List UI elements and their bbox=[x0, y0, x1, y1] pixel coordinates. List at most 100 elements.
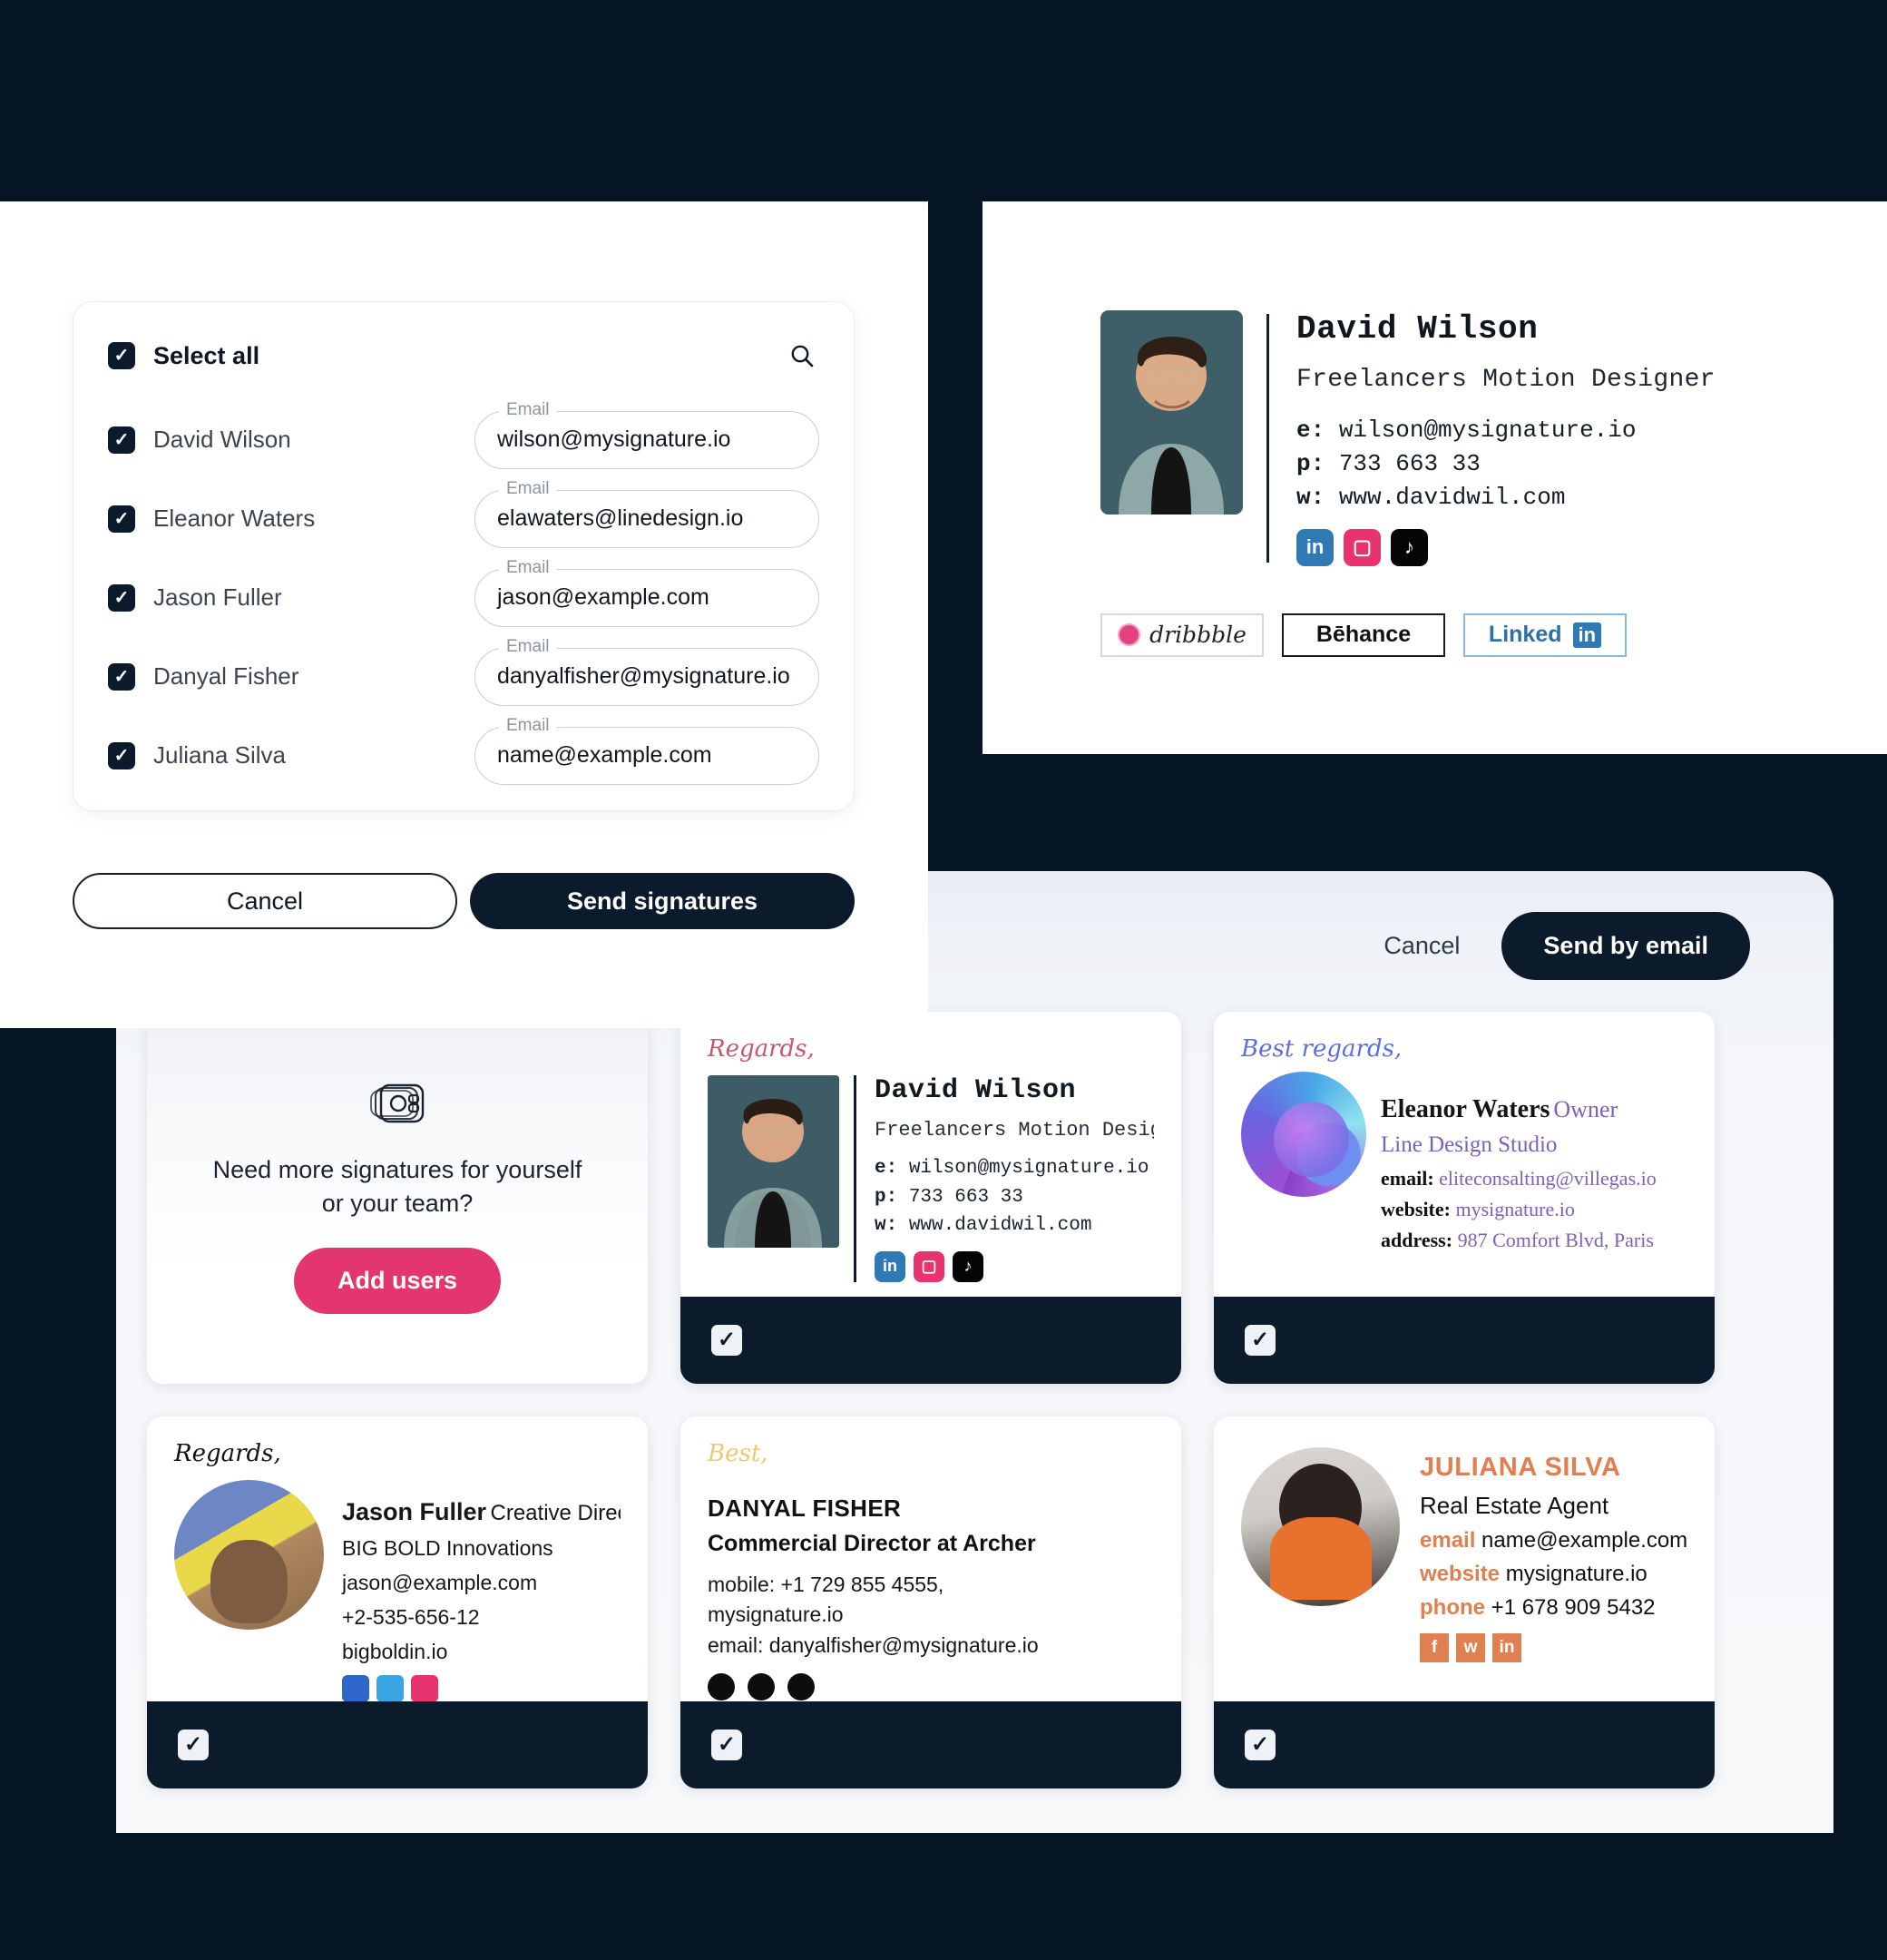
select-all-row: ✓ Select all bbox=[108, 338, 819, 373]
card-checkbox[interactable]: ✓ bbox=[711, 1730, 742, 1760]
facebook-icon[interactable]: f bbox=[1420, 1633, 1449, 1662]
signature-preview-eleanor-waters: Best regards, Eleanor Waters Owner Line … bbox=[1214, 1012, 1715, 1297]
email-field[interactable]: Email danyalfisher@mysignature.io bbox=[474, 636, 819, 706]
tiktok-icon[interactable]: ♪ bbox=[953, 1250, 983, 1282]
signature-preview-david-wilson: Regards, David Wilson Freelancers Motion… bbox=[680, 1012, 1181, 1297]
email-field-value: elawaters@linedesign.io bbox=[497, 505, 744, 531]
greeting-text: Best, bbox=[708, 1440, 768, 1467]
contact-key: e: bbox=[1296, 416, 1325, 444]
recipient-name: Juliana Silva bbox=[153, 741, 286, 769]
email-field-value: jason@example.com bbox=[497, 584, 709, 610]
card-checkbox[interactable]: ✓ bbox=[711, 1325, 742, 1356]
twitter-icon[interactable] bbox=[376, 1675, 404, 1701]
contact-value: mysignature.io bbox=[1455, 1198, 1575, 1220]
recipient-checkbox[interactable]: ✓ bbox=[108, 741, 135, 769]
select-all-checkbox[interactable]: ✓ bbox=[108, 342, 135, 369]
contact-value: mysignature.io bbox=[708, 1602, 844, 1627]
email-field[interactable]: Email wilson@mysignature.io bbox=[474, 399, 819, 469]
card-checkbox[interactable]: ✓ bbox=[1245, 1325, 1276, 1356]
signature-card-jason-fuller[interactable]: Regards, Jason Fuller Creative Director … bbox=[147, 1416, 648, 1788]
search-icon bbox=[791, 345, 814, 368]
signature-role: Owner bbox=[1553, 1096, 1618, 1122]
contact-value: 733 663 33 bbox=[908, 1186, 1023, 1208]
dribbble-icon bbox=[1118, 623, 1141, 647]
send-by-email-button[interactable]: Send by email bbox=[1501, 912, 1750, 980]
card-footer: ✓ bbox=[680, 1701, 1181, 1788]
recipient-name: David Wilson bbox=[153, 426, 291, 453]
email-field-label: Email bbox=[499, 636, 557, 657]
contact-value: mobile: +1 729 855 4555, bbox=[708, 1573, 944, 1596]
grid-toolbar: Cancel Send by email bbox=[1367, 912, 1750, 980]
search-button[interactable] bbox=[785, 338, 819, 373]
email-field-label: Email bbox=[499, 399, 557, 420]
contact-key: website: bbox=[1381, 1198, 1451, 1220]
contact-value: name@example.com bbox=[1481, 1528, 1687, 1553]
avatar bbox=[708, 1075, 839, 1248]
send-signatures-button[interactable]: Send signatures bbox=[470, 873, 855, 929]
avatar bbox=[174, 1480, 324, 1630]
promo-line-2: or your team? bbox=[321, 1190, 474, 1217]
divider bbox=[1266, 314, 1269, 563]
email-field-value: name@example.com bbox=[497, 742, 712, 768]
grid-cancel-button[interactable]: Cancel bbox=[1367, 923, 1476, 969]
recipient-name: Eleanor Waters bbox=[153, 505, 316, 532]
tiktok-icon[interactable]: ♪ bbox=[1391, 528, 1428, 566]
behance-badge[interactable]: Bēhance bbox=[1282, 612, 1445, 657]
email-field[interactable]: Email jason@example.com bbox=[474, 557, 819, 627]
linkedin-badge[interactable]: Linked in bbox=[1463, 612, 1627, 657]
recipient-checkbox[interactable]: ✓ bbox=[108, 505, 135, 533]
contact-key: p: bbox=[1296, 449, 1325, 477]
linkedin-icon[interactable]: in bbox=[1296, 528, 1334, 566]
instagram-icon[interactable]: ▢ bbox=[1344, 528, 1381, 566]
signature-stack-icon bbox=[368, 1082, 426, 1133]
recipient-checkbox[interactable]: ✓ bbox=[108, 662, 135, 691]
signature-card-eleanor-waters[interactable]: Best regards, Eleanor Waters Owner Line … bbox=[1214, 1012, 1715, 1384]
contact-value: wilson@mysignature.io bbox=[1338, 416, 1637, 444]
email-field-value: danyalfisher@mysignature.io bbox=[497, 663, 790, 689]
email-field[interactable]: Email elawaters@linedesign.io bbox=[474, 478, 819, 548]
dribbble-label: dribbble bbox=[1149, 622, 1247, 649]
recipient-checkbox[interactable]: ✓ bbox=[108, 426, 135, 454]
card-checkbox[interactable]: ✓ bbox=[1245, 1730, 1276, 1760]
email-field-label: Email bbox=[499, 478, 557, 499]
greeting-text: Regards, bbox=[174, 1440, 281, 1467]
card-footer: ✓ bbox=[147, 1701, 648, 1788]
contact-value: +1 678 909 5432 bbox=[1491, 1595, 1656, 1620]
twitter-icon[interactable] bbox=[748, 1673, 775, 1701]
recipient-row: ✓ David Wilson Email wilson@mysignature.… bbox=[108, 399, 819, 479]
add-users-button[interactable]: Add users bbox=[293, 1248, 502, 1315]
cancel-button[interactable]: Cancel bbox=[73, 873, 457, 929]
avatar bbox=[1100, 310, 1243, 514]
card-checkbox[interactable]: ✓ bbox=[178, 1730, 209, 1760]
instagram-icon[interactable] bbox=[411, 1675, 438, 1701]
signature-card-juliana-silva[interactable]: JULIANA SILVA Real Estate Agent email na… bbox=[1214, 1416, 1715, 1788]
signature-card-danyal-fisher[interactable]: Best, DANYAL FISHER Commercial Director … bbox=[680, 1416, 1181, 1788]
behance-label: Bēhance bbox=[1315, 622, 1412, 648]
facebook-icon[interactable] bbox=[342, 1675, 369, 1701]
modal-actions: Cancel Send signatures bbox=[73, 873, 855, 929]
contact-key: email bbox=[1420, 1528, 1476, 1553]
linkedin-icon[interactable]: in bbox=[1492, 1633, 1521, 1662]
signature-preview-juliana-silva: JULIANA SILVA Real Estate Agent email na… bbox=[1214, 1416, 1715, 1701]
signature-company: BIG BOLD Innovations bbox=[342, 1536, 553, 1560]
linkedin-icon[interactable]: in bbox=[875, 1250, 905, 1282]
linkedin-icon[interactable] bbox=[787, 1673, 815, 1701]
contact-value: +2-535-656-12 bbox=[342, 1605, 480, 1629]
signature-card-david-wilson[interactable]: Regards, David Wilson Freelancers Motion… bbox=[680, 1012, 1181, 1384]
twitter-icon[interactable]: w bbox=[1456, 1633, 1485, 1662]
company-logo bbox=[1241, 1072, 1366, 1197]
contact-value: eliteconsalting@villegas.io bbox=[1439, 1167, 1657, 1190]
contact-key: email: bbox=[1381, 1167, 1434, 1190]
recipient-checkbox[interactable]: ✓ bbox=[108, 583, 135, 612]
signature-title: Freelancers Motion Designer bbox=[875, 1119, 1154, 1142]
signature-company: Line Design Studio bbox=[1381, 1132, 1558, 1157]
greeting-text: Regards, bbox=[708, 1035, 815, 1063]
contact-key: w: bbox=[875, 1215, 898, 1236]
dribbble-badge[interactable]: dribbble bbox=[1100, 612, 1264, 657]
recipient-row: ✓ Eleanor Waters Email elawaters@linedes… bbox=[108, 478, 819, 558]
email-field[interactable]: Email name@example.com bbox=[474, 715, 819, 785]
instagram-icon[interactable]: ▢ bbox=[914, 1250, 944, 1282]
signature-name: Eleanor Waters bbox=[1381, 1095, 1550, 1123]
facebook-icon[interactable] bbox=[708, 1673, 735, 1701]
signature-role: Commercial Director at Archer bbox=[708, 1531, 1036, 1556]
